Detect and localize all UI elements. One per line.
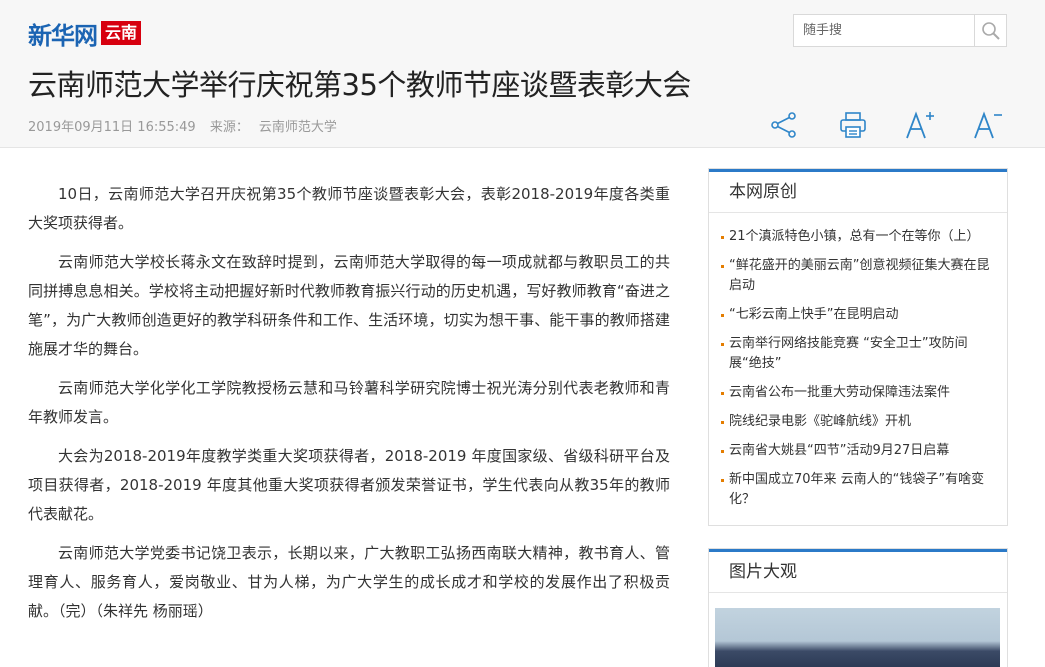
original-news-list: 21个滇派特色小镇，总有一个在等你（上） “鲜花盛开的美丽云南”创意视频征集大赛… [709, 213, 1007, 525]
list-item: “七彩云南上快手”在昆明启动 [721, 305, 995, 325]
article-paragraph: 云南师范大学党委书记饶卫表示，长期以来，广大教职工弘扬西南联大精神，教书育人、管… [28, 544, 670, 620]
channel-badge: 云南 [101, 21, 142, 45]
source-label: 来源： [209, 120, 249, 135]
photo-gallery-panel: 图片大观 [708, 548, 1008, 667]
list-item: 院线纪录电影《驼峰航线》开机 [721, 412, 995, 432]
panel-title: 图片大观 [709, 549, 1007, 593]
news-link[interactable]: “七彩云南上快手”在昆明启动 [729, 307, 898, 322]
news-link[interactable]: 云南省公布一批重大劳动保障违法案件 [729, 385, 950, 400]
news-link[interactable]: “鲜花盛开的美丽云南”创意视频征集大赛在昆启动 [729, 258, 989, 293]
site-logo[interactable]: 新华网 云南 [28, 18, 142, 50]
article-meta: 2019年09月11日 16:55:49 来源： 云南师范大学 [28, 116, 347, 135]
article-paragraph: 10日，云南师范大学召开庆祝第35个教师节座谈暨表彰大会，表彰2018-2019… [28, 185, 670, 232]
article-paragraph: 云南师范大学化学化工学院教授杨云慧和马铃薯科学研究院博士祝光涛分别代表老教师和青… [28, 379, 670, 426]
article-source: 云南师范大学 [258, 120, 337, 135]
print-icon [840, 112, 866, 138]
list-item: 21个滇派特色小镇，总有一个在等你（上） [721, 227, 995, 247]
share-icon [771, 112, 796, 138]
article-paragraph: 云南师范大学校长蒋永文在致辞时提到，云南师范大学取得的每一项成就都与教职员工的共… [28, 253, 670, 358]
search-button[interactable] [974, 15, 1006, 46]
news-link[interactable]: 云南省大姚县“四节”活动9月27日启幕 [729, 443, 949, 458]
list-item: 新中国成立70年来 云南人的“钱袋子”有啥变化？ [721, 470, 995, 510]
share-button[interactable] [764, 106, 804, 144]
original-news-panel: 本网原创 21个滇派特色小镇，总有一个在等你（上） “鲜花盛开的美丽云南”创意视… [708, 168, 1008, 526]
list-item: 云南省公布一批重大劳动保障违法案件 [721, 383, 995, 403]
article-datetime: 2019年09月11日 16:55:49 [28, 120, 196, 135]
news-link[interactable]: 21个滇派特色小镇，总有一个在等你（上） [729, 229, 980, 244]
font-decrease-button[interactable] [968, 106, 1008, 144]
list-item: “鲜花盛开的美丽云南”创意视频征集大赛在昆启动 [721, 256, 995, 296]
print-button[interactable] [833, 106, 873, 144]
search-box [793, 14, 1007, 47]
news-link[interactable]: 云南举行网络技能竞赛 “安全卫士”攻防间展“绝技” [729, 336, 968, 371]
panel-title: 本网原创 [709, 169, 1007, 213]
list-item: 云南举行网络技能竞赛 “安全卫士”攻防间展“绝技” [721, 334, 995, 374]
search-icon [981, 21, 1000, 40]
logo-text: 新华网 [28, 20, 98, 50]
article-paragraph: 大会为2018-2019年度教学类重大奖项获得者，2018-2019 年度国家级… [28, 447, 670, 523]
font-increase-icon [906, 111, 934, 139]
list-item: 云南省大姚县“四节”活动9月27日启幕 [721, 441, 995, 461]
font-decrease-icon [974, 111, 1002, 139]
search-input[interactable] [794, 15, 975, 46]
news-link[interactable]: 新中国成立70年来 云南人的“钱袋子”有啥变化？ [729, 472, 984, 507]
article-title: 云南师范大学举行庆祝第35个教师节座谈暨表彰大会 [28, 68, 691, 102]
font-increase-button[interactable] [900, 106, 940, 144]
article-body: 10日，云南师范大学召开庆祝第35个教师节座谈暨表彰大会，表彰2018-2019… [28, 180, 670, 636]
page-header: 新华网 云南 云南师范大学举行庆祝第35个教师节座谈暨表彰大会 2019年09月… [0, 0, 1045, 148]
gallery-photo[interactable] [715, 608, 1000, 667]
news-link[interactable]: 院线纪录电影《驼峰航线》开机 [729, 414, 911, 429]
